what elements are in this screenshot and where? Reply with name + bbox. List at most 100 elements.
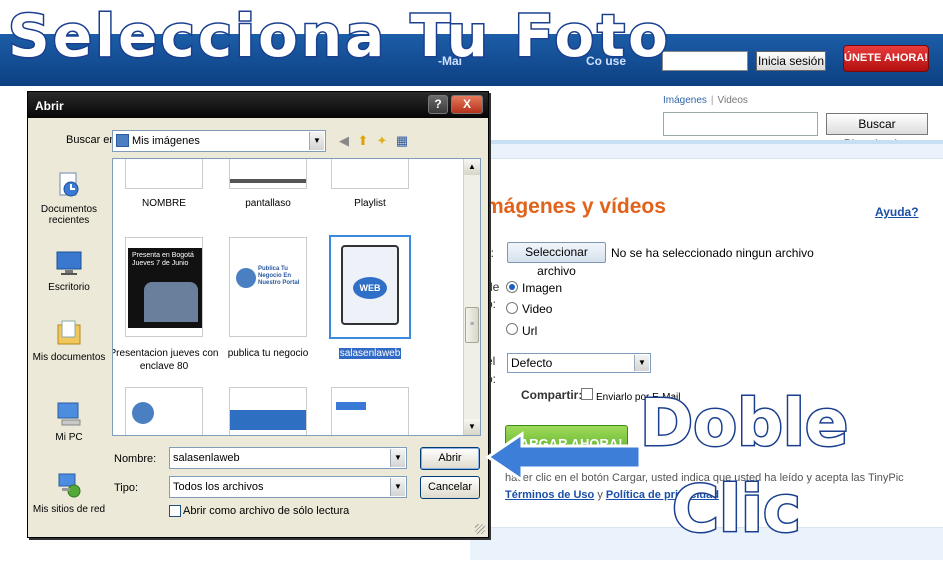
overlay-doble: Doble bbox=[638, 387, 849, 461]
help-link[interactable]: Ayuda? bbox=[875, 205, 919, 219]
open-button[interactable]: Abrir bbox=[420, 447, 480, 470]
thumb-presentacion[interactable]: Presenta en Bogotá Jueves 7 de Junio bbox=[125, 237, 203, 337]
share-email-checkbox[interactable] bbox=[581, 388, 593, 400]
size-select[interactable]: Defecto ▼ bbox=[507, 353, 651, 373]
upload-heading: mágenes y vídeos bbox=[485, 195, 666, 218]
readonly-checkbox[interactable] bbox=[169, 505, 181, 517]
scroll-thumb[interactable]: ≡ bbox=[465, 307, 479, 343]
search-input[interactable] bbox=[663, 112, 818, 136]
place-desktop[interactable]: Escritorio bbox=[31, 248, 107, 293]
look-in-value: Mis imágenes bbox=[132, 135, 200, 147]
network-places-icon bbox=[58, 473, 81, 498]
terms-link[interactable]: Términos de Uso bbox=[505, 489, 594, 501]
desktop-icon bbox=[56, 251, 82, 275]
share-label: Compartir: bbox=[521, 388, 583, 402]
file-presentacion[interactable]: Presentacion jueves con enclave 80 bbox=[113, 347, 219, 373]
file-salasenlaweb-selected[interactable]: salasenlaweb bbox=[315, 347, 425, 360]
thumb-presentacion-figures bbox=[144, 282, 198, 322]
thumb-row3-3-band bbox=[336, 402, 366, 410]
search-tab-separator: | bbox=[710, 95, 714, 106]
search-tab-images[interactable]: Imágenes bbox=[663, 95, 707, 106]
search-tabs: Imágenes | Videos bbox=[663, 95, 748, 106]
file-publica[interactable]: publica tu negocio bbox=[213, 347, 323, 360]
thumb-row3-1-globe bbox=[132, 402, 154, 424]
no-file-text: No se ha seleccionado ningun archivo bbox=[611, 246, 814, 260]
look-in-label: Buscar en: bbox=[66, 134, 119, 146]
open-file-dialog: Abrir ? X Buscar en: Mis imágenes ▼ ◀ ⬆ … bbox=[27, 91, 489, 538]
folder-icon bbox=[116, 134, 129, 147]
password-input[interactable] bbox=[662, 51, 748, 71]
thumb-salasenlaweb-web-text: WEB bbox=[353, 277, 387, 299]
radio-imagen-label: Imagen bbox=[522, 281, 563, 295]
thumb-publica-globe bbox=[236, 268, 256, 288]
filetype-label: Tipo: bbox=[114, 482, 139, 494]
thumb-row3-2-band bbox=[230, 410, 306, 430]
place-recent[interactable]: Documentos recientes bbox=[31, 170, 107, 226]
login-button[interactable]: Inicia sesión bbox=[756, 51, 826, 71]
filetype-combo[interactable]: Todos los archivos ▼ bbox=[169, 476, 407, 498]
screenshot-stage: -Mai Co use Inicia sesión ÚNETE AHORA! I… bbox=[0, 0, 943, 561]
thumb-salasenlaweb-selected[interactable]: WEB bbox=[329, 235, 411, 339]
file-list[interactable]: NOMBRE pantallaso Playlist Presenta en B… bbox=[112, 158, 481, 436]
up-folder-icon[interactable]: ⬆ bbox=[355, 133, 371, 149]
thumb-row3-3[interactable] bbox=[331, 387, 409, 435]
scroll-down-icon[interactable]: ▼ bbox=[464, 419, 480, 435]
thumb-publica[interactable]: Publica Tu Negocio En Nuestro Portal bbox=[229, 237, 307, 337]
thumb-row3-1[interactable] bbox=[125, 387, 203, 435]
thumb-presentacion-text: Presenta en Bogotá Jueves 7 de Junio bbox=[132, 252, 194, 267]
place-desktop-label: Escritorio bbox=[48, 282, 90, 293]
search-tab-videos[interactable]: Videos bbox=[718, 95, 748, 106]
filetype-value: Todos los archivos bbox=[173, 481, 264, 493]
place-my-pc[interactable]: Mi PC bbox=[31, 398, 107, 443]
resize-grip-icon[interactable] bbox=[475, 524, 485, 534]
thumb-salasenlaweb-image: WEB bbox=[341, 245, 399, 325]
filename-label: Nombre: bbox=[114, 453, 157, 465]
overlay-title: Selecciona Tu Foto bbox=[7, 1, 671, 72]
pointer-arrow-icon bbox=[485, 431, 642, 483]
search-button[interactable]: Buscar Photobucket bbox=[826, 113, 928, 151]
thumb-playlist[interactable] bbox=[331, 159, 409, 189]
chevron-down-icon[interactable]: ▼ bbox=[309, 132, 324, 150]
file-pantallaso[interactable]: pantallaso bbox=[213, 197, 323, 210]
place-network-label: Mis sitios de red bbox=[32, 504, 106, 515]
legal-and: y bbox=[597, 489, 603, 501]
places-bar: Documentos recientes Escritorio Mis docu… bbox=[31, 158, 107, 536]
radio-video-label: Video bbox=[522, 302, 553, 316]
thumb-pantallaso[interactable] bbox=[229, 159, 307, 189]
radio-imagen[interactable] bbox=[506, 281, 518, 293]
file-salasenlaweb-label: salasenlaweb bbox=[338, 348, 402, 359]
filename-combo[interactable]: salasenlaweb ▼ bbox=[169, 447, 407, 469]
select-file-button[interactable]: Seleccionar archivo bbox=[507, 242, 606, 278]
thumb-nombre[interactable] bbox=[125, 159, 203, 189]
file-list-scrollbar[interactable]: ▲ ≡ ▼ bbox=[463, 159, 480, 435]
chevron-down-icon[interactable]: ▼ bbox=[390, 449, 405, 467]
new-folder-icon[interactable]: ✦ bbox=[374, 133, 390, 149]
file-nombre[interactable]: NOMBRE bbox=[113, 197, 219, 210]
dialog-title-bar[interactable]: Abrir ? X bbox=[28, 92, 488, 118]
thumb-row3-2[interactable] bbox=[229, 387, 307, 435]
back-icon[interactable]: ◀ bbox=[336, 133, 352, 149]
chevron-down-icon[interactable]: ▼ bbox=[390, 478, 405, 496]
place-my-documents-label: Mis documentos bbox=[32, 352, 106, 363]
size-select-value: Defecto bbox=[511, 356, 553, 370]
join-button[interactable]: ÚNETE AHORA! bbox=[843, 45, 929, 72]
thumb-presentacion-image: Presenta en Bogotá Jueves 7 de Junio bbox=[128, 248, 202, 328]
view-menu-icon[interactable]: ▦ bbox=[394, 133, 410, 149]
place-my-pc-label: Mi PC bbox=[55, 432, 83, 443]
help-button[interactable]: ? bbox=[428, 95, 448, 114]
radio-video[interactable] bbox=[506, 302, 518, 314]
my-computer-icon bbox=[57, 402, 81, 426]
close-button[interactable]: X bbox=[451, 95, 483, 114]
look-in-combo[interactable]: Mis imágenes ▼ bbox=[112, 130, 326, 152]
radio-url-label: Url bbox=[522, 324, 538, 338]
dialog-title: Abrir bbox=[35, 99, 64, 113]
filename-value: salasenlaweb bbox=[173, 452, 240, 464]
place-network[interactable]: Mis sitios de red bbox=[31, 470, 107, 515]
overlay-clic: Clic bbox=[671, 473, 803, 547]
radio-url[interactable] bbox=[506, 323, 518, 335]
place-recent-label: Documentos recientes bbox=[40, 204, 98, 226]
cancel-button[interactable]: Cancelar bbox=[420, 476, 480, 499]
scroll-up-icon[interactable]: ▲ bbox=[464, 159, 480, 175]
file-playlist[interactable]: Playlist bbox=[315, 197, 425, 210]
place-my-documents[interactable]: Mis documentos bbox=[31, 318, 107, 363]
